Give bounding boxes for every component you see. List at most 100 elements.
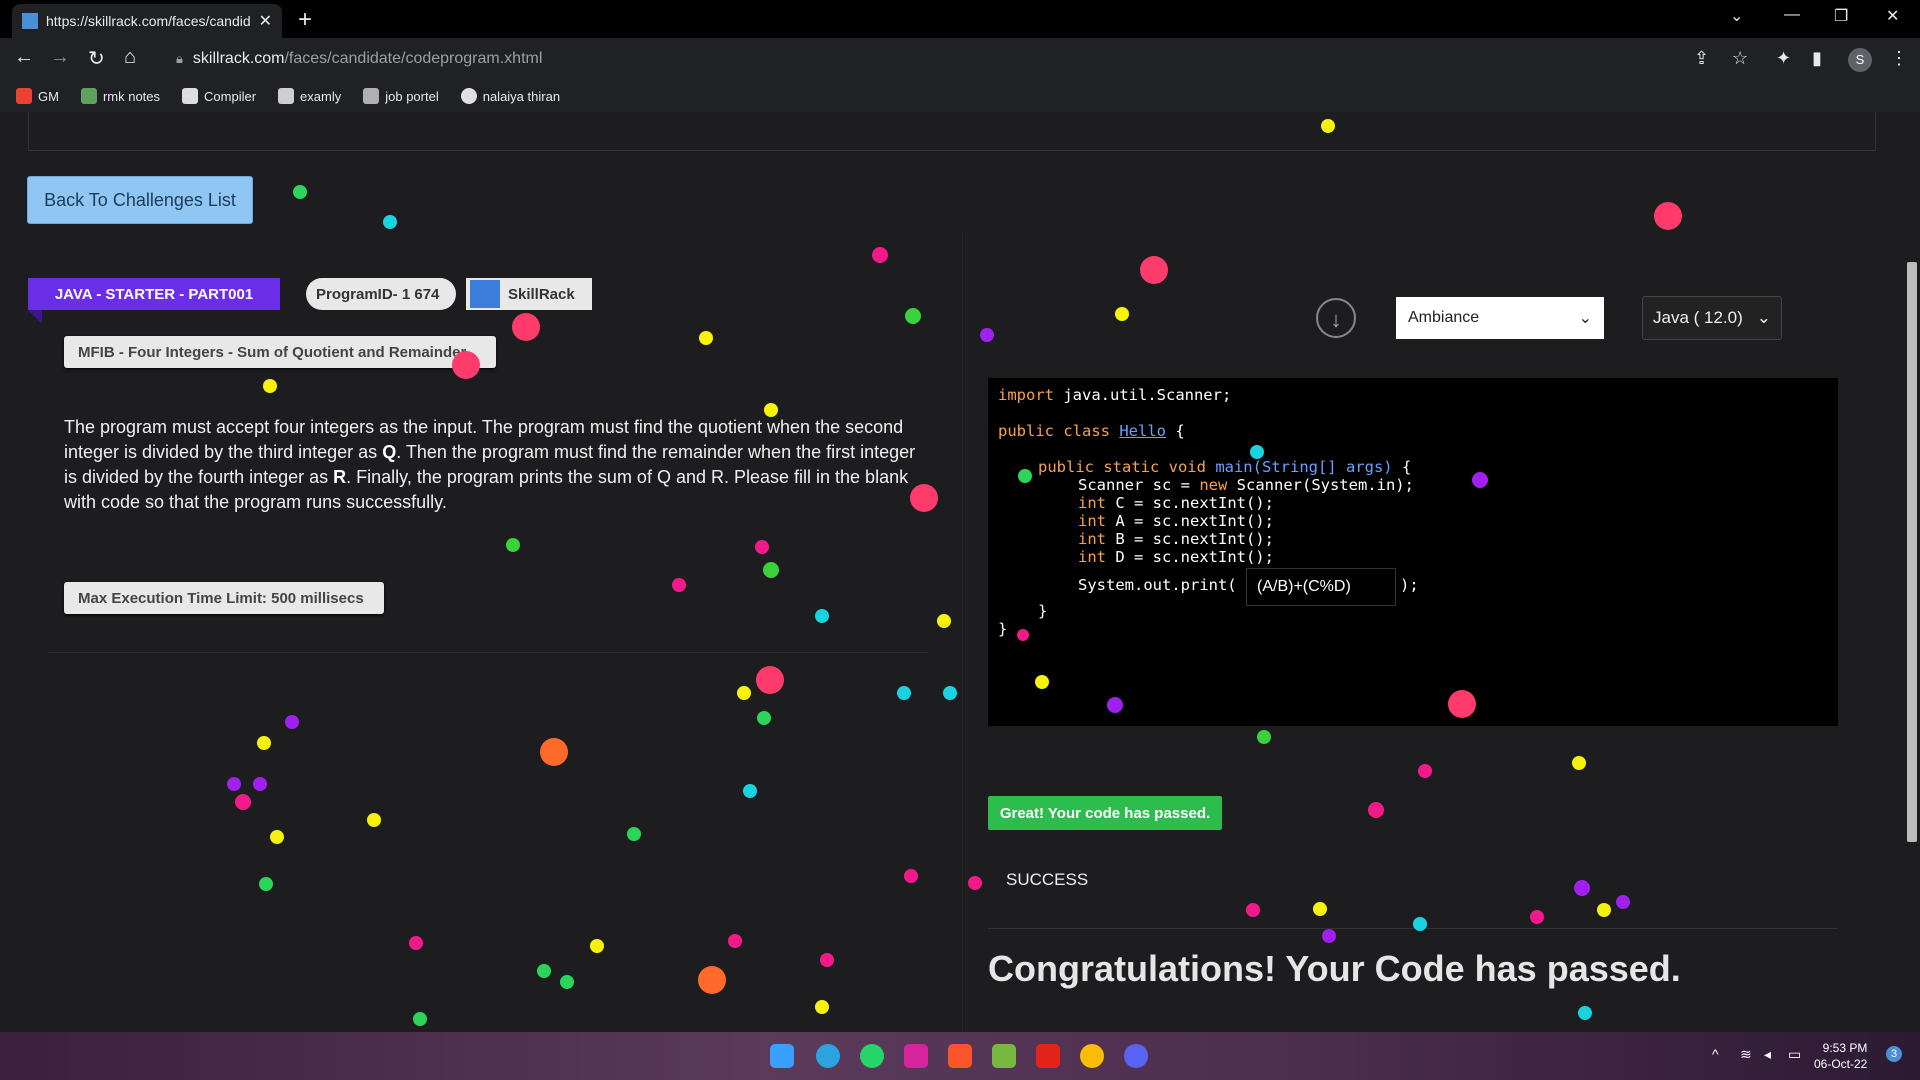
code-line-2: public class Hello { xyxy=(998,422,1185,440)
code-token: System.out.print( xyxy=(1078,576,1237,594)
problem-title: MFIB - Four Integers - Sum of Quotient a… xyxy=(64,336,496,368)
examly-icon xyxy=(278,88,295,104)
extensions-icon[interactable]: ✦ xyxy=(1776,48,1791,69)
theme-value: Ambiance xyxy=(1408,309,1480,326)
classroom-icon xyxy=(80,88,97,104)
chrome-icon[interactable] xyxy=(1080,1044,1104,1068)
skillrack-logo-icon xyxy=(470,280,500,308)
code-token: Scanner sc = xyxy=(1078,476,1200,494)
fill-blank-input[interactable]: (A/B)+(C%D) xyxy=(1246,568,1396,606)
code-token: new xyxy=(1199,476,1228,494)
forward-arrow-icon[interactable]: → xyxy=(50,46,70,69)
skillrack-badge: SkillRack xyxy=(466,278,592,310)
bookmark-star-icon[interactable]: ☆ xyxy=(1732,48,1748,69)
bookmark-gm[interactable]: GM xyxy=(16,88,59,104)
code-token: D = sc.nextInt(); xyxy=(1106,548,1274,566)
congratulations-heading: Congratulations! Your Code has passed. xyxy=(988,948,1681,989)
job-portal-icon xyxy=(363,88,380,104)
column-divider xyxy=(962,232,963,1032)
wifi-icon[interactable]: ≋ xyxy=(1740,1046,1752,1063)
minimize-icon[interactable]: — xyxy=(1784,6,1800,24)
code-line-6: int A = sc.nextInt(); xyxy=(1078,512,1274,530)
code-line-1: import java.util.Scanner; xyxy=(998,386,1231,404)
code-token: int xyxy=(1078,494,1106,512)
code-token: int xyxy=(1078,530,1106,548)
code-token: import xyxy=(998,386,1054,404)
telegram-icon[interactable] xyxy=(816,1044,840,1068)
bookmark-compiler[interactable]: Compiler xyxy=(182,88,256,104)
page-content: Back To Challenges List JAVA - STARTER -… xyxy=(0,112,1904,1032)
whatsapp-icon[interactable] xyxy=(860,1044,884,1068)
code-token: int xyxy=(1078,512,1106,530)
lock-icon: 🔒︎ xyxy=(176,51,183,66)
code-line-3: public static void main(String[] args) { xyxy=(1038,458,1411,476)
discord-icon[interactable] xyxy=(1124,1044,1148,1068)
bookmark-examly[interactable]: examly xyxy=(278,88,341,104)
language-select[interactable]: Java ( 12.0) ⌄ xyxy=(1642,296,1782,340)
code-editor[interactable]: import java.util.Scanner; public class H… xyxy=(988,378,1838,726)
vertical-scrollbar[interactable] xyxy=(1904,112,1920,1032)
code-token: { xyxy=(1392,458,1412,476)
tab-strip: https://skillrack.com/faces/candidate ✕ … xyxy=(0,0,1920,38)
profile-avatar[interactable]: S xyxy=(1848,48,1872,72)
code-token: java.util.Scanner; xyxy=(1054,386,1232,404)
system-clock[interactable]: 9:53 PM 06-Oct-22 xyxy=(1814,1040,1867,1072)
acrobat-icon[interactable] xyxy=(1036,1044,1060,1068)
side-panel-icon[interactable]: ▮ xyxy=(1812,48,1822,69)
code-token: main xyxy=(1205,458,1253,476)
code-line-9: System.out.print( xyxy=(1078,576,1237,594)
instagram-icon[interactable] xyxy=(904,1044,928,1068)
gmail-icon xyxy=(16,88,32,104)
code-token: { xyxy=(1166,422,1185,440)
language-value: Java ( 12.0) xyxy=(1653,308,1743,327)
close-tab-icon[interactable]: ✕ xyxy=(259,11,272,31)
address-bar[interactable]: 🔒︎ skillrack.com/faces/candidate/codepro… xyxy=(162,42,1722,76)
bookmark-label: examly xyxy=(300,88,342,104)
divider xyxy=(48,652,928,653)
tab-search-icon[interactable]: ⌄ xyxy=(1730,6,1743,26)
restore-icon[interactable]: ❐ xyxy=(1834,6,1848,26)
chevron-down-icon: ⌄ xyxy=(1578,310,1592,327)
bookmark-label: rmk notes xyxy=(102,88,161,104)
code-token: Scanner(System.in); xyxy=(1227,476,1414,494)
clock-time: 9:53 PM xyxy=(1822,1041,1868,1055)
code-line-11: } xyxy=(998,620,1008,638)
share-icon[interactable]: ⇪ xyxy=(1694,48,1709,69)
brand-label: SkillRack xyxy=(508,285,575,303)
new-tab-icon[interactable]: + xyxy=(298,6,312,34)
code-token: int xyxy=(1078,548,1106,566)
url-path: /faces/candidate/codeprogram.xhtml xyxy=(284,50,543,67)
theme-select[interactable]: Ambiance ⌄ xyxy=(1396,297,1604,339)
bookmark-label: nalaiya thiran xyxy=(482,88,561,104)
code-token: public class xyxy=(998,422,1110,440)
brave-icon[interactable] xyxy=(948,1044,972,1068)
bookmark-job-portel[interactable]: job portel xyxy=(363,88,439,104)
download-icon[interactable]: ↓ xyxy=(1316,298,1356,338)
bookmark-nalaiya-thiran[interactable]: nalaiya thiran xyxy=(460,88,561,104)
track-ribbon: JAVA - STARTER - PART001 xyxy=(28,278,280,310)
browser-tab[interactable]: https://skillrack.com/faces/candidate ✕ xyxy=(12,4,282,38)
utorrent-icon[interactable] xyxy=(992,1044,1016,1068)
back-arrow-icon[interactable]: ← xyxy=(14,46,34,69)
notification-count[interactable]: 3 xyxy=(1886,1046,1902,1062)
volume-icon[interactable]: ◂ xyxy=(1764,1046,1771,1063)
bookmark-rmk-notes[interactable]: rmk notes xyxy=(80,88,161,104)
bookmark-label: job portel xyxy=(385,88,439,104)
url-host: skillrack.com xyxy=(192,50,285,67)
battery-icon[interactable]: ▭ xyxy=(1788,1046,1801,1063)
chevron-down-icon: ⌄ xyxy=(1756,308,1771,327)
close-window-icon[interactable]: ✕ xyxy=(1886,6,1899,26)
chevron-up-icon[interactable]: ^ xyxy=(1712,1046,1719,1062)
home-icon[interactable]: ⌂ xyxy=(124,46,136,69)
code-token: C = sc.nextInt(); xyxy=(1106,494,1274,512)
desc-r: R xyxy=(333,467,347,487)
scrollbar-thumb[interactable] xyxy=(1907,262,1917,842)
menu-icon[interactable]: ⋮ xyxy=(1890,48,1908,69)
code-line-5: int C = sc.nextInt(); xyxy=(1078,494,1274,512)
code-line-7: int B = sc.nextInt(); xyxy=(1078,530,1274,548)
reload-icon[interactable]: ↻ xyxy=(88,46,105,71)
site-favicon-icon xyxy=(22,13,38,29)
ribbon-fold xyxy=(28,310,42,324)
back-to-challenges-button[interactable]: Back To Challenges List xyxy=(27,176,253,224)
windows-icon[interactable] xyxy=(770,1044,794,1068)
